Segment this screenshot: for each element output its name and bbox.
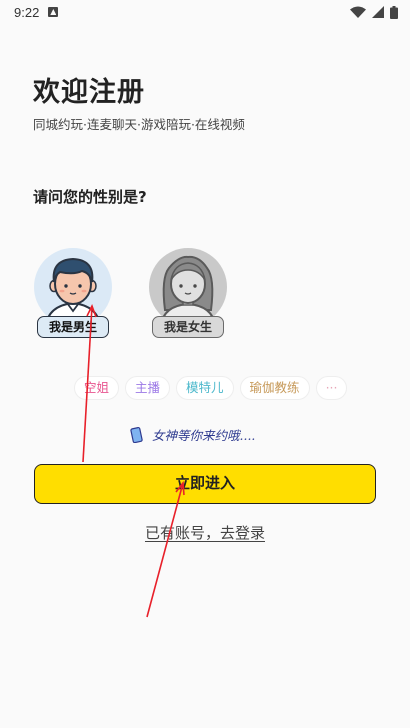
interest-tags: 空姐 主播 模特儿 瑜伽教练 ··· xyxy=(74,376,348,400)
tagline: 女神等你来约哦.... xyxy=(130,425,255,444)
tag-item[interactable]: 瑜伽教练 xyxy=(239,376,310,400)
page-title: 欢迎注册 xyxy=(33,77,145,108)
gender-label-female: 我是女生 xyxy=(152,316,224,338)
tag-item[interactable]: 主播 xyxy=(125,376,171,400)
male-avatar-icon xyxy=(34,248,112,326)
tagline-text: 女神等你来约哦.... xyxy=(152,428,256,443)
gender-option-male[interactable]: 我是男生 xyxy=(33,248,113,340)
annotation-arrows xyxy=(82,303,185,618)
battery-icon xyxy=(390,5,398,19)
login-link[interactable]: 已有账号，去登录 xyxy=(0,522,410,543)
gender-label-male: 我是男生 xyxy=(37,316,109,338)
status-bar: 9:22 xyxy=(0,0,410,24)
tag-item[interactable]: 模特儿 xyxy=(176,376,234,400)
signal-icon xyxy=(372,6,384,18)
gender-option-female[interactable]: 我是女生 xyxy=(148,248,228,340)
female-avatar-icon xyxy=(149,248,227,326)
status-time: 9:22 xyxy=(14,4,40,20)
page-subtitle: 同城约玩·连麦聊天·游戏陪玩·在线视频 xyxy=(33,117,245,132)
enter-button[interactable]: 立即进入 xyxy=(34,464,376,504)
status-icons xyxy=(350,5,398,19)
wifi-icon xyxy=(350,6,366,18)
tag-more[interactable]: ··· xyxy=(315,376,348,400)
gender-question: 请问您的性别是? xyxy=(33,188,147,206)
tag-item[interactable]: 空姐 xyxy=(74,376,120,400)
phone-icon xyxy=(130,426,143,443)
notification-app-icon xyxy=(48,7,59,17)
